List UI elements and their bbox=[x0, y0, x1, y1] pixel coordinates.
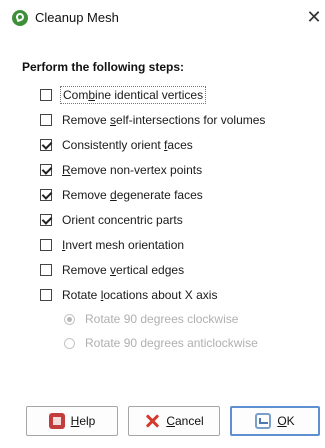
help-book-icon bbox=[48, 413, 65, 429]
option-label: Rotate locations about X axis bbox=[62, 288, 218, 302]
help-button[interactable]: Help bbox=[26, 406, 118, 436]
rotate-anticlockwise-radio[interactable] bbox=[64, 337, 75, 349]
window-title: Cleanup Mesh bbox=[35, 10, 119, 25]
remove-non-vertex-points-checkbox[interactable] bbox=[40, 164, 52, 176]
cancel-button[interactable]: Cancel bbox=[128, 406, 220, 436]
option-label: Remove non-vertex points bbox=[62, 163, 203, 177]
option-orient-faces[interactable]: Consistently orient faces bbox=[40, 134, 193, 156]
option-label: Orient concentric parts bbox=[62, 213, 183, 227]
rotate-clockwise-radio[interactable] bbox=[64, 313, 75, 325]
options-panel: Perform the following steps: Combine ide… bbox=[0, 36, 325, 448]
remove-vertical-edges-checkbox[interactable] bbox=[40, 264, 52, 276]
help-label: Help bbox=[70, 414, 96, 428]
radio-rotate-clockwise[interactable]: Rotate 90 degrees clockwise bbox=[64, 308, 238, 330]
option-orient-concentric-parts[interactable]: Orient concentric parts bbox=[40, 209, 183, 231]
option-label: Remove self-intersections for volumes bbox=[62, 113, 266, 127]
option-remove-vertical-edges[interactable]: Remove vertical edges bbox=[40, 259, 184, 281]
option-invert-orientation[interactable]: Invert mesh orientation bbox=[40, 234, 184, 256]
close-icon[interactable]: ✕ bbox=[303, 5, 325, 29]
remove-degenerate-faces-checkbox[interactable] bbox=[40, 189, 52, 201]
radio-rotate-anticlockwise[interactable]: Rotate 90 degrees anticlockwise bbox=[64, 332, 258, 354]
option-combine-vertices[interactable]: Combine identical vertices bbox=[40, 84, 207, 106]
radio-label: Rotate 90 degrees clockwise bbox=[85, 312, 239, 326]
cleanup-mesh-dialog: Cleanup Mesh ✕ Perform the following ste… bbox=[0, 0, 325, 448]
ok-button[interactable]: OK bbox=[230, 406, 320, 436]
rotate-locations-checkbox[interactable] bbox=[40, 289, 52, 301]
app-leaf-icon bbox=[12, 10, 28, 26]
ok-return-icon bbox=[255, 413, 272, 429]
option-label: Remove vertical edges bbox=[62, 263, 185, 277]
ok-label: OK bbox=[277, 414, 295, 428]
option-label: Combine identical vertices bbox=[59, 86, 207, 104]
combine-vertices-checkbox[interactable] bbox=[40, 89, 52, 101]
steps-heading: Perform the following steps: bbox=[22, 60, 185, 74]
remove-self-intersections-checkbox[interactable] bbox=[40, 114, 52, 126]
radio-label: Rotate 90 degrees anticlockwise bbox=[85, 336, 258, 350]
option-label: Consistently orient faces bbox=[62, 138, 193, 152]
cancel-label: Cancel bbox=[166, 414, 204, 428]
option-rotate-locations[interactable]: Rotate locations about X axis bbox=[40, 284, 217, 306]
option-label: Remove degenerate faces bbox=[62, 188, 203, 202]
orient-concentric-parts-checkbox[interactable] bbox=[40, 214, 52, 226]
title-bar: Cleanup Mesh ✕ bbox=[0, 0, 325, 36]
orient-faces-checkbox[interactable] bbox=[40, 139, 52, 151]
button-bar: Help Cancel OK bbox=[0, 396, 325, 448]
cancel-x-icon bbox=[144, 413, 160, 429]
option-label: Invert mesh orientation bbox=[62, 238, 185, 252]
option-remove-non-vertex-points[interactable]: Remove non-vertex points bbox=[40, 159, 202, 181]
invert-orientation-checkbox[interactable] bbox=[40, 239, 52, 251]
option-remove-self-intersections[interactable]: Remove self-intersections for volumes bbox=[40, 109, 265, 131]
option-remove-degenerate-faces[interactable]: Remove degenerate faces bbox=[40, 184, 203, 206]
